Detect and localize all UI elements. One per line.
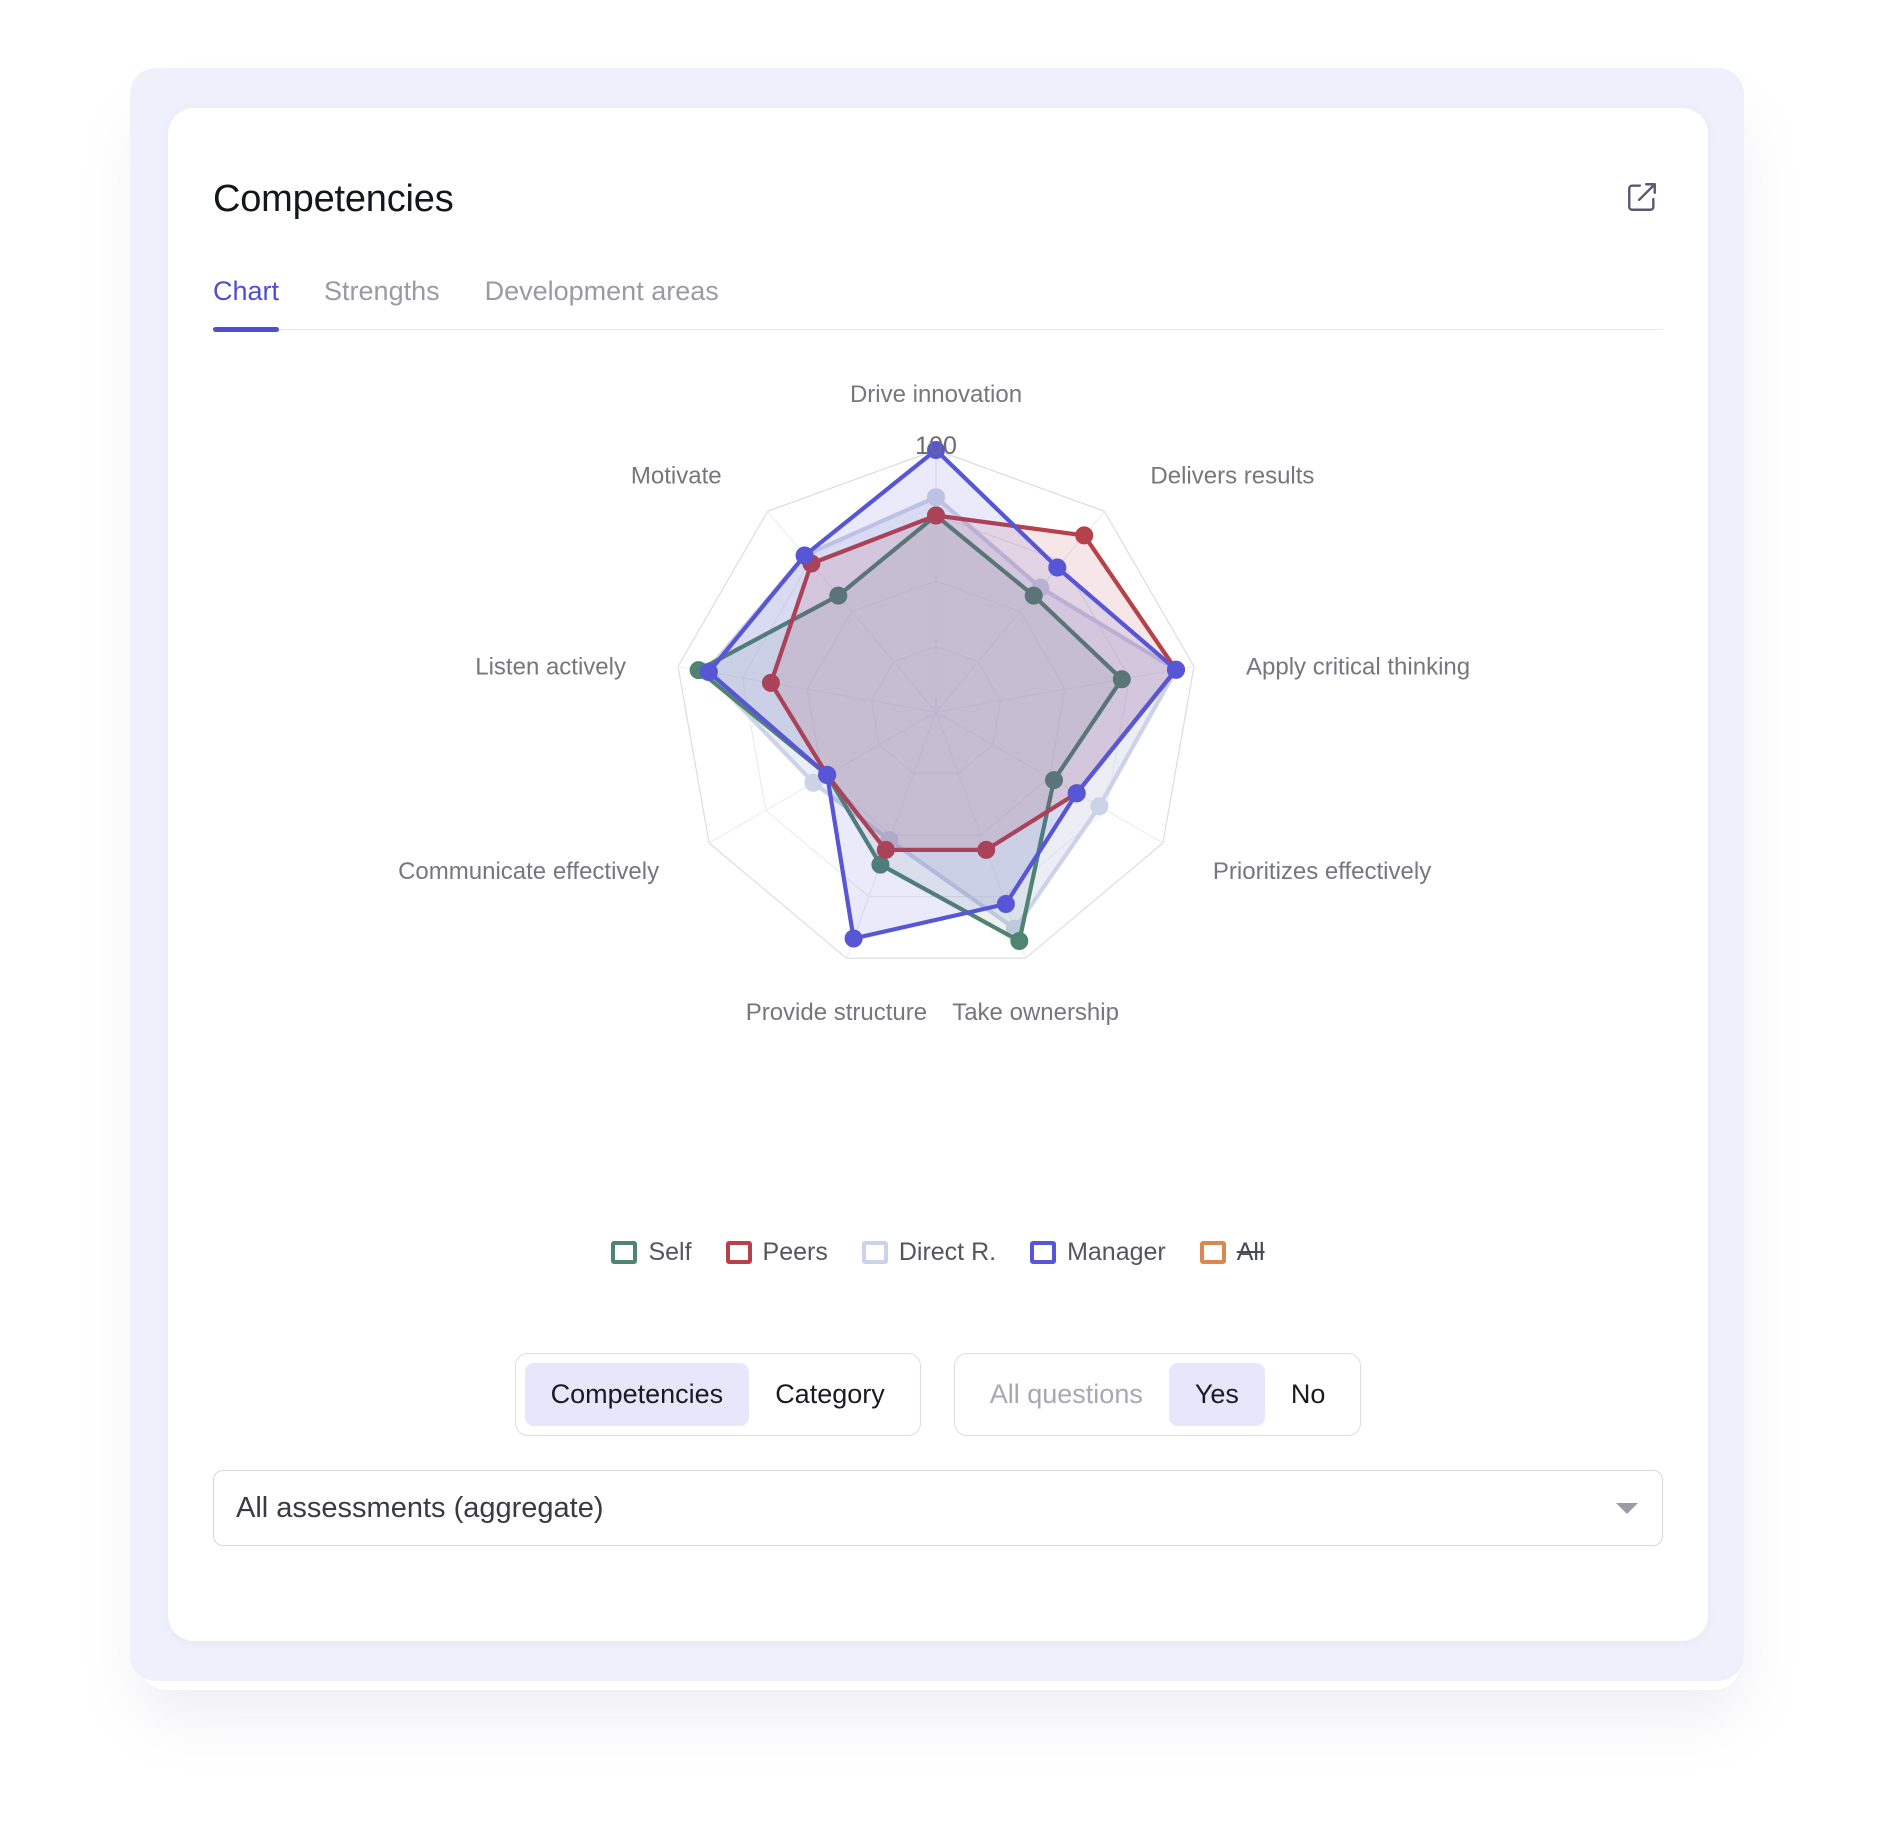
external-link-icon[interactable]: [1621, 176, 1663, 218]
radar-chart-svg: 100 Drive innovation Delivers results Apply…: [213, 360, 1663, 1060]
chart-controls: Competencies Category All questions Yes …: [168, 1353, 1708, 1436]
tab-development-areas[interactable]: Development areas: [485, 276, 719, 329]
legend-swatch: [1200, 1241, 1226, 1264]
legend-swatch: [611, 1241, 637, 1264]
assessment-select[interactable]: All assessments (aggregate): [213, 1470, 1663, 1546]
radar-data-point[interactable]: [1091, 798, 1108, 815]
legend-item-peers[interactable]: Peers: [726, 1238, 828, 1267]
radar-data-point[interactable]: [1076, 527, 1093, 544]
radar-series-area: [709, 450, 1176, 939]
segment-category[interactable]: Category: [749, 1363, 911, 1426]
legend-label: All: [1237, 1238, 1265, 1267]
radar-axis-label: Prioritizes effectively: [1213, 858, 1431, 885]
radar-chart: 100 Drive innovation Delivers results Apply…: [213, 360, 1663, 1060]
legend-label: Manager: [1067, 1238, 1166, 1267]
radar-axis-label: Delivers results: [1150, 462, 1314, 489]
segment-all-questions[interactable]: All questions: [964, 1363, 1169, 1426]
legend-swatch: [726, 1241, 752, 1264]
assessment-select-value: All assessments (aggregate): [236, 1492, 1616, 1525]
legend-item-all[interactable]: All: [1200, 1238, 1265, 1267]
radar-tick-label-max: 100: [915, 432, 957, 460]
legend-swatch: [862, 1241, 888, 1264]
radar-data-point[interactable]: [1068, 785, 1085, 802]
radar-data-point[interactable]: [1011, 933, 1028, 950]
tab-strengths[interactable]: Strengths: [324, 276, 440, 329]
radar-data-point[interactable]: [700, 664, 717, 681]
segment-yes[interactable]: Yes: [1169, 1363, 1265, 1426]
legend-item-self[interactable]: Self: [611, 1238, 691, 1267]
legend-item-manager[interactable]: Manager: [1030, 1238, 1166, 1267]
radar-data-point[interactable]: [796, 547, 813, 564]
radar-data-point[interactable]: [845, 930, 862, 947]
segment-competencies[interactable]: Competencies: [525, 1363, 750, 1426]
radar-axis-label: Take ownership: [952, 999, 1119, 1026]
radar-axis-label: Apply critical thinking: [1246, 654, 1470, 681]
radar-axis-label: Drive innovation: [850, 381, 1022, 408]
app-root: Competencies Chart Strengths Development…: [0, 0, 1878, 1832]
chart-legend: Self Peers Direct R. Manager All: [168, 1238, 1708, 1267]
chevron-down-icon: [1616, 1503, 1638, 1514]
legend-swatch: [1030, 1241, 1056, 1264]
radar-data-point[interactable]: [997, 896, 1014, 913]
radar-data-point[interactable]: [1049, 559, 1066, 576]
page-title: Competencies: [213, 180, 454, 218]
tab-chart[interactable]: Chart: [213, 276, 279, 329]
radar-axis-label: Provide structure: [746, 999, 927, 1026]
question-filter-segmented-control: All questions Yes No: [954, 1353, 1362, 1436]
radar-axis-label: Communicate effectively: [398, 858, 659, 885]
competencies-card: Competencies Chart Strengths Development…: [168, 108, 1708, 1641]
radar-data-point[interactable]: [1168, 661, 1185, 678]
grouping-segmented-control: Competencies Category: [515, 1353, 921, 1436]
tab-bar: Chart Strengths Development areas: [213, 276, 1663, 330]
legend-item-direct-r[interactable]: Direct R.: [862, 1238, 996, 1267]
radar-axis-label: Listen actively: [475, 654, 626, 681]
legend-label: Peers: [763, 1238, 828, 1267]
segment-no[interactable]: No: [1265, 1363, 1352, 1426]
radar-data-point[interactable]: [819, 766, 836, 783]
card-header: Competencies: [213, 180, 1663, 218]
radar-axis-label: Motivate: [631, 462, 722, 489]
legend-label: Direct R.: [899, 1238, 996, 1267]
legend-label: Self: [648, 1238, 691, 1267]
